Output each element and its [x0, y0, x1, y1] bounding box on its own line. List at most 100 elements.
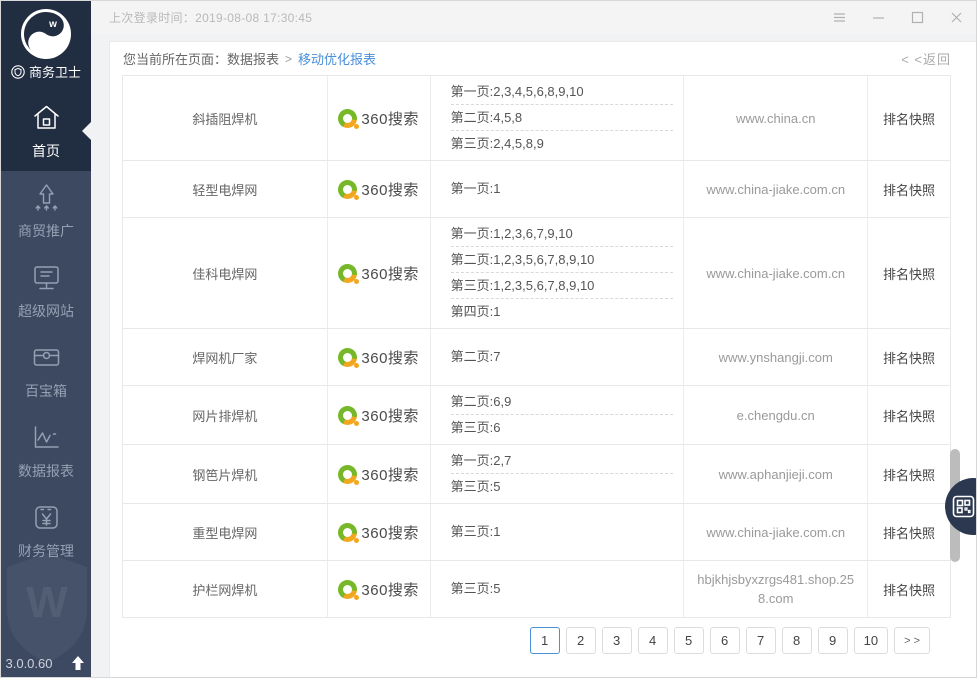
snapshot-link[interactable]: 排名快照	[868, 504, 950, 560]
360-search-logo-icon	[338, 523, 357, 542]
engine-wrap: 360搜索	[338, 464, 419, 485]
engine-label: 360搜索	[361, 263, 419, 284]
page-rank-line: 第一页:1	[451, 176, 674, 202]
breadcrumb-separator: >	[285, 52, 292, 66]
engine-label: 360搜索	[361, 522, 419, 543]
report-panel: 您当前所在页面：数据报表 > 移动优化报表 < <返回 斜插阻焊机360搜索第一…	[109, 41, 976, 677]
pagination: 12345678910>>	[110, 618, 976, 654]
url-cell: www.china-jiake.com.cn	[684, 161, 868, 217]
keyword-cell: 重型电焊网	[123, 504, 328, 560]
page-button-4[interactable]: 4	[638, 627, 668, 654]
page-button-5[interactable]: 5	[674, 627, 704, 654]
page-rank-line: 第三页:2,4,5,8,9	[451, 131, 674, 157]
engine-cell: 360搜索	[328, 561, 431, 617]
page-rank-line: 第一页:1,2,3,6,7,9,10	[451, 221, 674, 247]
page-button-1[interactable]: 1	[530, 627, 560, 654]
sidebar-item-home[interactable]: 首页	[1, 91, 91, 171]
shield-badge-icon	[11, 65, 25, 79]
sidebar-item-trade-promotion[interactable]: 商贸推广	[1, 171, 91, 251]
back-button[interactable]: < <返回	[901, 49, 951, 68]
keyword-cell: 焊网机厂家	[123, 329, 328, 385]
360-search-logo-icon	[338, 180, 357, 199]
pages-cell: 第二页:6,9第三页:6	[431, 386, 685, 444]
svg-text:W: W	[26, 578, 68, 627]
sidebar-item-finance[interactable]: 财务管理	[1, 491, 91, 571]
url-cell: www.aphanjieji.com	[684, 445, 868, 503]
table-row: 斜插阻焊机360搜索第一页:2,3,4,5,6,8,9,10第二页:4,5,8第…	[123, 76, 950, 161]
360-search-logo-icon	[338, 264, 357, 283]
rank-table: 斜插阻焊机360搜索第一页:2,3,4,5,6,8,9,10第二页:4,5,8第…	[122, 75, 951, 618]
url-cell: www.china-jiake.com.cn	[684, 504, 868, 560]
sidebar-item-label: 超级网站	[18, 301, 74, 321]
pages-cell: 第二页:7	[431, 329, 685, 385]
sidebar-item-label: 数据报表	[18, 461, 74, 481]
page-rank-line: 第四页:1	[451, 299, 674, 325]
engine-cell: 360搜索	[328, 386, 431, 444]
snapshot-link[interactable]: 排名快照	[868, 386, 950, 444]
menu-icon[interactable]	[820, 1, 859, 34]
pages-cell: 第一页:1,2,3,6,7,9,10第二页:1,2,3,5,6,7,8,9,10…	[431, 218, 685, 328]
360-search-logo-icon	[338, 465, 357, 484]
page-button-8[interactable]: 8	[782, 627, 812, 654]
engine-cell: 360搜索	[328, 218, 431, 328]
pages-cell: 第一页:2,7第三页:5	[431, 445, 685, 503]
url-cell: www.china-jiake.com.cn	[684, 218, 868, 328]
engine-wrap: 360搜索	[338, 405, 419, 426]
snapshot-link[interactable]: 排名快照	[868, 561, 950, 617]
snapshot-link[interactable]: 排名快照	[868, 76, 950, 160]
engine-label: 360搜索	[361, 108, 419, 129]
minimize-icon[interactable]	[859, 1, 898, 34]
keyword-cell: 轻型电焊网	[123, 161, 328, 217]
engine-wrap: 360搜索	[338, 263, 419, 284]
360-search-logo-icon	[338, 109, 357, 128]
sidebar-nav: 首页商贸推广超级网站百宝箱数据报表财务管理	[1, 91, 91, 571]
svg-text:w: w	[48, 19, 57, 30]
version-row: 3.0.0.60	[1, 654, 91, 672]
page-button-9[interactable]: 9	[818, 627, 848, 654]
table-row: 钢笆片焊机 360搜索第一页:2,7第三页:5www.aphanjieji.com…	[123, 445, 950, 504]
page-button-6[interactable]: 6	[710, 627, 740, 654]
pages-cell: 第三页:5	[431, 561, 685, 617]
page-button-7[interactable]: 7	[746, 627, 776, 654]
360-search-logo-icon	[338, 406, 357, 425]
engine-label: 360搜索	[361, 464, 419, 485]
page-button-2[interactable]: 2	[566, 627, 596, 654]
keyword-cell: 佳科电焊网	[123, 218, 328, 328]
page-button-10[interactable]: 10	[854, 627, 888, 654]
table-row: 轻型电焊网360搜索第一页:1www.china-jiake.com.cn排名快…	[123, 161, 950, 218]
sidebar-item-data-report[interactable]: 数据报表	[1, 411, 91, 491]
engine-wrap: 360搜索	[338, 579, 419, 600]
engine-label: 360搜索	[361, 405, 419, 426]
snapshot-link[interactable]: 排名快照	[868, 218, 950, 328]
version-label: 3.0.0.60	[6, 656, 53, 671]
snapshot-link[interactable]: 排名快照	[868, 329, 950, 385]
page-button-3[interactable]: 3	[602, 627, 632, 654]
snapshot-link[interactable]: 排名快照	[868, 445, 950, 503]
url-cell: e.chengdu.cn	[684, 386, 868, 444]
breadcrumb-section: 数据报表	[227, 49, 279, 68]
toolbox-icon	[30, 341, 63, 374]
snapshot-link[interactable]: 排名快照	[868, 161, 950, 217]
page-rank-line: 第三页:5	[451, 576, 674, 602]
sidebar-item-label: 财务管理	[18, 541, 74, 561]
engine-cell: 360搜索	[328, 445, 431, 503]
keyword-cell: 护栏网焊机	[123, 561, 328, 617]
keyword-cell: 钢笆片焊机	[123, 445, 328, 503]
page-rank-line: 第一页:2,7	[451, 448, 674, 474]
window-controls	[820, 1, 976, 34]
maximize-icon[interactable]	[898, 1, 937, 34]
update-arrow-icon[interactable]	[69, 654, 87, 672]
brand-row: 商务卫士	[11, 62, 81, 81]
sidebar-item-label: 百宝箱	[25, 381, 67, 401]
engine-wrap: 360搜索	[338, 108, 419, 129]
page-rank-line: 第三页:1,2,3,5,6,7,8,9,10	[451, 273, 674, 299]
breadcrumb-current[interactable]: 移动优化报表	[298, 49, 376, 68]
next-page-button[interactable]: >>	[894, 627, 930, 654]
sidebar-item-super-website[interactable]: 超级网站	[1, 251, 91, 331]
close-icon[interactable]	[937, 1, 976, 34]
360-search-logo-icon	[338, 580, 357, 599]
keyword-cell: 斜插阻焊机	[123, 76, 328, 160]
engine-label: 360搜索	[361, 579, 419, 600]
sidebar-item-label: 商贸推广	[18, 221, 74, 241]
sidebar-item-toolbox[interactable]: 百宝箱	[1, 331, 91, 411]
